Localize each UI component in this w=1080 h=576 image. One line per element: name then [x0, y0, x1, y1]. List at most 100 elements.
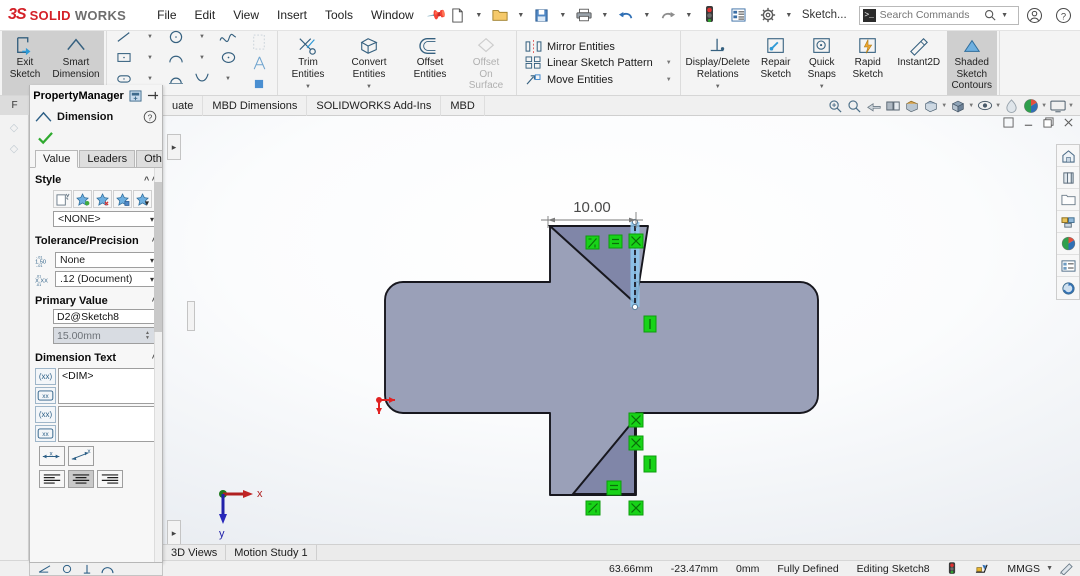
equal-relation-icon-lower[interactable]	[607, 481, 621, 495]
tab-evaluate[interactable]: uate	[163, 96, 203, 116]
dimension-text-top-input[interactable]: <DIM>	[58, 368, 157, 404]
print-caret-icon[interactable]: ▼	[600, 12, 610, 19]
dimension-name-field[interactable]: D2@Sketch8	[53, 309, 157, 324]
feature-manager-tab[interactable]: F	[0, 96, 29, 115]
open-document-caret-icon[interactable]: ▼	[516, 12, 526, 19]
dimension-value-label[interactable]: 10.00	[573, 199, 611, 216]
apply-scene-icon[interactable]	[1022, 97, 1039, 114]
point-square-icon[interactable]	[245, 74, 273, 95]
rebuild-icon[interactable]	[1057, 277, 1079, 299]
text-a-icon[interactable]	[245, 53, 273, 74]
convert-entities-button[interactable]: Convert Entities ▼	[336, 31, 402, 95]
help-icon[interactable]: ?	[143, 110, 157, 124]
add-folder-style-icon[interactable]	[53, 190, 72, 208]
shaded-sketch-contours-button[interactable]: Shaded Sketch Contours	[947, 31, 997, 95]
status-units-label[interactable]: MMGS	[1007, 563, 1040, 575]
dimension-text-bottom-input[interactable]	[58, 406, 157, 442]
menu-item-view[interactable]: View	[224, 4, 268, 26]
precision-select[interactable]: .12 (Document) ▾	[55, 271, 157, 287]
offset-entities-button[interactable]: Offset Entities	[402, 31, 458, 95]
open-folder-icon[interactable]	[1057, 189, 1079, 211]
view-orientation-icon[interactable]	[903, 97, 920, 114]
spline-icon[interactable]	[215, 26, 241, 47]
value-spinner[interactable]: ▲▼	[142, 331, 153, 341]
mirror-entities-row[interactable]: Mirror Entities	[522, 39, 675, 54]
circle-caret-icon[interactable]: ▼	[189, 26, 215, 47]
rectangle-caret-icon[interactable]: ▼	[137, 47, 163, 68]
curve-caret-icon[interactable]: ▼	[215, 68, 241, 89]
line-icon[interactable]	[111, 26, 137, 47]
tab-3d-views[interactable]: 3D Views	[163, 545, 226, 561]
save-style-icon[interactable]	[113, 190, 132, 208]
menu-item-window[interactable]: Window	[362, 4, 423, 26]
edit-appearance-icon[interactable]	[1003, 97, 1020, 114]
edge-endpoint-bottom[interactable]	[632, 304, 637, 309]
quick-snaps-caret-icon[interactable]: ▼	[799, 82, 845, 96]
checkmark-icon[interactable]	[37, 131, 54, 145]
hide-show-items-icon[interactable]	[976, 97, 993, 114]
apply-scene-caret-icon[interactable]: ▼	[1041, 103, 1047, 109]
appearances-icon[interactable]	[1057, 167, 1079, 189]
gear-caret-icon[interactable]: ▼	[784, 12, 794, 19]
move-entities-row[interactable]: Move Entities ▼	[522, 72, 675, 87]
cube-view-icon[interactable]	[949, 97, 966, 114]
style-select[interactable]: <NONE> ▾	[53, 211, 157, 227]
dual-dimension-icon[interactable]: x	[39, 446, 65, 466]
inspection-dimension-icon[interactable]: x	[68, 446, 94, 466]
undo-caret-icon[interactable]: ▼	[642, 12, 652, 19]
keep-visible-icon[interactable]	[129, 90, 142, 102]
align-right-icon[interactable]	[97, 470, 123, 488]
print-icon[interactable]	[571, 3, 597, 27]
quick-snaps-button[interactable]: Quick Snaps ▼	[799, 31, 845, 95]
vertical-dim-icon[interactable]	[82, 564, 92, 574]
align-center-icon[interactable]	[68, 470, 94, 488]
arc-dim-icon[interactable]	[101, 564, 114, 574]
delete-style-icon[interactable]	[93, 190, 112, 208]
hide-show-caret-icon[interactable]: ▼	[995, 103, 1001, 109]
scene-list-icon[interactable]	[1057, 255, 1079, 277]
tangent-arc-icon[interactable]	[163, 68, 189, 89]
zoom-to-area-icon[interactable]	[846, 97, 863, 114]
equal-relation-icon[interactable]	[609, 235, 622, 248]
gear-icon[interactable]	[755, 3, 781, 27]
trim-entities-button[interactable]: Trim Entities ▼	[280, 31, 336, 95]
convert-entities-caret-icon[interactable]: ▼	[336, 82, 402, 96]
search-caret-icon[interactable]: ▼	[1000, 12, 1010, 19]
status-customize-icon[interactable]	[1059, 562, 1074, 575]
account-icon[interactable]	[1022, 3, 1048, 27]
tab-mbd-dimensions[interactable]: MBD Dimensions	[203, 96, 307, 116]
add-symbol-icon[interactable]: (xx)	[35, 368, 56, 385]
view-home-icon[interactable]	[1057, 145, 1079, 167]
line-caret-icon[interactable]: ▼	[137, 26, 163, 47]
construction-geometry-icon[interactable]	[245, 32, 273, 53]
tab-motion-study-1[interactable]: Motion Study 1	[226, 545, 316, 561]
section-style-header[interactable]: Style ^ ^	[35, 172, 157, 188]
dimension-value-field[interactable]: 15.00mm ▲▼	[53, 327, 157, 344]
view-settings-icon[interactable]	[1049, 97, 1066, 114]
ellipse-icon[interactable]	[215, 47, 241, 68]
status-traffic-light-icon[interactable]	[939, 562, 965, 575]
save-document-caret-icon[interactable]: ▼	[558, 12, 568, 19]
property-manager-scroll-thumb[interactable]	[154, 182, 162, 332]
display-delete-relations-caret-icon[interactable]: ▼	[683, 82, 753, 96]
arc-icon[interactable]	[163, 47, 189, 68]
menu-item-edit[interactable]: Edit	[186, 4, 225, 26]
display-manager-icon[interactable]	[1057, 211, 1079, 233]
help-icon[interactable]: ?	[1051, 3, 1077, 27]
graphics-area[interactable]: ▸ ▸ 10.00	[163, 116, 1080, 544]
load-style-icon[interactable]	[133, 190, 152, 208]
circle-icon[interactable]	[163, 26, 189, 47]
section-primary-value-header[interactable]: Primary Value ^	[35, 293, 157, 309]
align-left-icon[interactable]	[39, 470, 65, 488]
property-manager-scrollbar[interactable]	[154, 168, 162, 562]
section-tolerance-header[interactable]: Tolerance/Precision ^	[35, 233, 157, 249]
add-symbol-icon-2[interactable]: (xx)	[35, 406, 56, 423]
pm-tab-value[interactable]: Value	[35, 150, 78, 168]
new-document-caret-icon[interactable]: ▼	[474, 12, 484, 19]
search-input[interactable]	[880, 9, 980, 21]
move-entities-caret-icon[interactable]: ▼	[658, 77, 672, 83]
add-symbol-boxed-icon[interactable]: xx	[35, 387, 56, 404]
trim-entities-caret-icon[interactable]: ▼	[280, 82, 336, 96]
save-document-icon[interactable]	[529, 3, 555, 27]
instant2d-button[interactable]: Instant2D	[891, 31, 947, 95]
